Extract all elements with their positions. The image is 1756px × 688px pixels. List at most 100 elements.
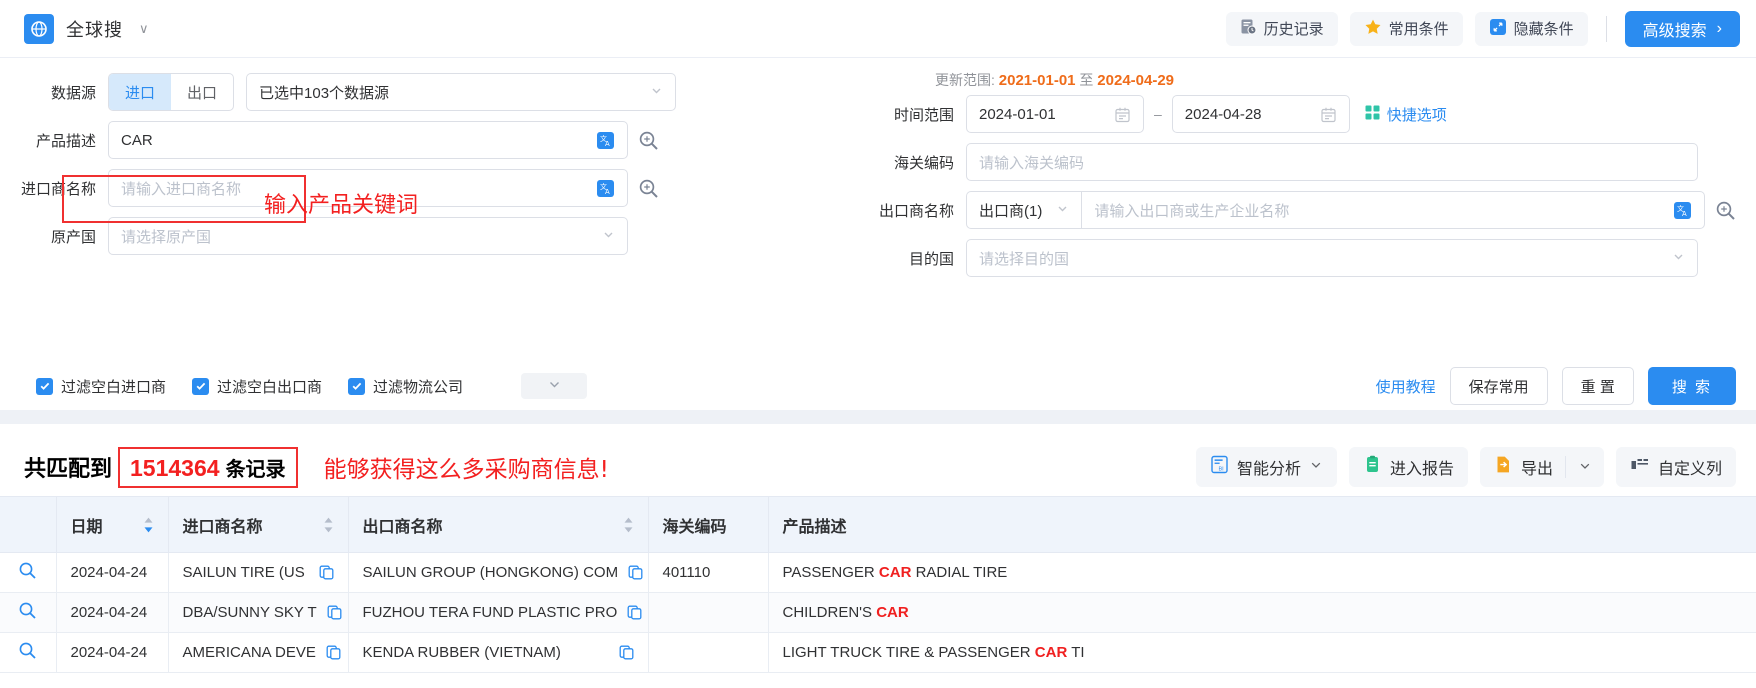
custom-columns-label: 自定义列 — [1657, 461, 1722, 478]
hscode-placeholder: 请输入海关编码 — [979, 154, 1085, 172]
checkbox-filter-empty-exporter[interactable]: 过滤空白出口商 — [192, 376, 322, 397]
table-row[interactable]: 2024-04-24 SAILUN TIRE (US SAILUN GROUP … — [0, 552, 1756, 593]
row-importer-text: SAILUN TIRE (US — [182, 564, 305, 581]
chevron-down-icon — [1309, 458, 1323, 477]
hscode-input[interactable]: 请输入海关编码 — [966, 143, 1698, 181]
row-description: LIGHT TRUCK TIRE & PASSENGER CAR TI — [768, 632, 1756, 673]
time-range-label: 时间范围 — [893, 106, 954, 124]
datasource-select[interactable]: 已选中103个数据源 — [246, 73, 677, 111]
row-exporter: SAILUN GROUP (HONGKONG) COM — [348, 552, 649, 593]
table-row[interactable]: 2024-04-24 DBA/SUNNY SKY T FUZHOU TERA F… — [0, 592, 1756, 633]
search-detail-icon[interactable] — [18, 602, 37, 624]
search-detail-icon[interactable] — [18, 642, 37, 664]
table-row[interactable]: 2024-04-24 AMERICANA DEVE KENDA RUBBER (… — [0, 632, 1756, 673]
product-description-input[interactable]: CAR 文A — [108, 121, 628, 159]
brand[interactable]: 全球搜 ∨ — [24, 13, 149, 44]
exporter-name-input[interactable]: 请输入出口商或生产企业名称 文A — [1081, 191, 1705, 229]
export-button[interactable]: 导出 — [1480, 455, 1565, 479]
search-form: 数据源 进口 出口 已选中103个数据源 产品描述 CAR 文A 进口商名称 请… — [0, 58, 1756, 354]
copy-icon[interactable] — [317, 605, 342, 620]
search-detail-icon[interactable] — [18, 562, 37, 584]
chevron-down-icon[interactable]: ∨ — [139, 21, 149, 37]
form-left-column: 数据源 进口 出口 已选中103个数据源 产品描述 CAR 文A 进口商名称 请… — [20, 68, 840, 282]
top-bar: 全球搜 ∨ 历史记录 常用条件 隐藏条件 高级搜索 › — [0, 0, 1756, 58]
table-body: 2024-04-24 SAILUN TIRE (US SAILUN GROUP … — [0, 552, 1756, 673]
hscode-label: 海关编码 — [893, 154, 954, 172]
segment-import[interactable]: 进口 — [109, 74, 172, 110]
brand-name: 全球搜 — [66, 19, 123, 40]
translate-icon[interactable]: 文A — [1673, 201, 1692, 220]
svg-text:A: A — [1682, 211, 1687, 218]
importer-name-placeholder: 请输入进口商名称 — [121, 180, 242, 198]
date-start-input[interactable]: 2024-01-01 — [966, 95, 1144, 133]
exporter-name-search-icon[interactable] — [1715, 200, 1736, 221]
search-button[interactable]: 搜 索 — [1647, 367, 1736, 405]
reset-button[interactable]: 重 置 — [1561, 367, 1634, 405]
tutorial-link[interactable]: 使用教程 — [1376, 376, 1436, 397]
row-detail-cell[interactable] — [0, 592, 57, 633]
table-header-hscode-label: 海关编码 — [662, 518, 727, 536]
sort-icon[interactable] — [613, 517, 634, 533]
copy-icon[interactable] — [609, 645, 634, 660]
enter-report-button[interactable]: 进入报告 — [1348, 447, 1468, 487]
results-annotation: 能够获得这么多采购商信息! — [323, 457, 609, 483]
copy-icon[interactable] — [618, 565, 643, 580]
chevron-right-icon: › — [1716, 19, 1722, 37]
favorite-conditions-button[interactable]: 常用条件 — [1349, 11, 1463, 46]
row-detail-cell[interactable] — [0, 632, 57, 673]
sort-icon[interactable] — [313, 517, 334, 533]
hide-conditions-button[interactable]: 隐藏条件 — [1474, 11, 1588, 46]
table-header-detail — [0, 496, 57, 553]
row-importer: DBA/SUNNY SKY T — [168, 592, 349, 633]
row-date: 2024-04-24 — [56, 592, 169, 633]
translate-icon[interactable]: 文A — [596, 179, 615, 198]
table-header-importer[interactable]: 进口商名称 — [168, 496, 349, 553]
copy-icon[interactable] — [316, 645, 341, 660]
calendar-icon[interactable] — [1114, 106, 1131, 123]
smart-analysis-button[interactable]: BI 智能分析 — [1195, 447, 1337, 487]
row-exporter: KENDA RUBBER (VIETNAM) — [348, 632, 649, 673]
checkbox-filter-empty-exporter-label: 过滤空白出口商 — [217, 378, 323, 396]
expand-more-button[interactable] — [521, 373, 588, 399]
datasource-value: 已选中103个数据源 — [259, 84, 390, 102]
date-range-dash: – — [1154, 106, 1162, 122]
date-end-input[interactable]: 2024-04-28 — [1171, 95, 1350, 133]
translate-icon[interactable]: 文A — [596, 131, 615, 150]
importer-name-search-icon[interactable] — [638, 178, 659, 199]
divider — [1605, 15, 1607, 42]
matched-count: 1514364 — [130, 454, 220, 481]
segment-export[interactable]: 出口 — [171, 74, 233, 110]
table-header-date[interactable]: 日期 — [56, 496, 169, 553]
custom-columns-button[interactable]: 自定义列 — [1615, 447, 1736, 487]
history-button[interactable]: 历史记录 — [1225, 11, 1338, 46]
origin-country-select[interactable]: 请选择原产国 — [108, 217, 628, 255]
row-description: CHILDREN'S CAR — [768, 592, 1756, 633]
advanced-search-label: 高级搜索 — [1642, 22, 1707, 40]
history-label: 历史记录 — [1263, 21, 1324, 38]
quick-options-button[interactable]: 快捷选项 — [1364, 104, 1447, 125]
update-range-prefix: 更新范围: — [935, 72, 995, 88]
exporter-type-select[interactable]: 出口商(1) — [966, 191, 1082, 229]
copy-icon[interactable] — [309, 565, 334, 580]
trade-direction-segmented[interactable]: 进口 出口 — [108, 73, 235, 111]
checkbox-filter-logistics[interactable]: 过滤物流公司 — [348, 376, 463, 397]
favorite-conditions-label: 常用条件 — [1388, 21, 1449, 38]
top-bar-actions: 历史记录 常用条件 隐藏条件 高级搜索 › — [1225, 10, 1740, 47]
row-description-pre: PASSENGER — [782, 564, 879, 581]
save-common-button[interactable]: 保存常用 — [1449, 367, 1548, 405]
export-dropdown-toggle[interactable] — [1566, 459, 1604, 476]
checkbox-filter-empty-importer[interactable]: 过滤空白进口商 — [36, 376, 166, 397]
calendar-icon[interactable] — [1320, 106, 1337, 123]
hscode-row: 海关编码 请输入海关编码 — [868, 138, 1736, 186]
advanced-search-button[interactable]: 高级搜索 › — [1624, 10, 1740, 47]
row-detail-cell[interactable] — [0, 552, 57, 593]
form-right-column: 更新范围: 2021-01-01 至 2024-04-29 时间范围 2024-… — [840, 68, 1736, 282]
svg-text:A: A — [605, 141, 610, 148]
copy-icon[interactable] — [617, 605, 642, 620]
sort-icon[interactable] — [133, 517, 154, 533]
destination-country-select[interactable]: 请选择目的国 — [966, 239, 1698, 277]
svg-text:BI: BI — [1218, 467, 1224, 473]
time-range-row: 时间范围 2024-01-01 – 2024-04-28 快捷选项 — [868, 90, 1736, 138]
product-description-search-icon[interactable] — [638, 130, 659, 151]
table-header-exporter[interactable]: 出口商名称 — [348, 496, 649, 553]
